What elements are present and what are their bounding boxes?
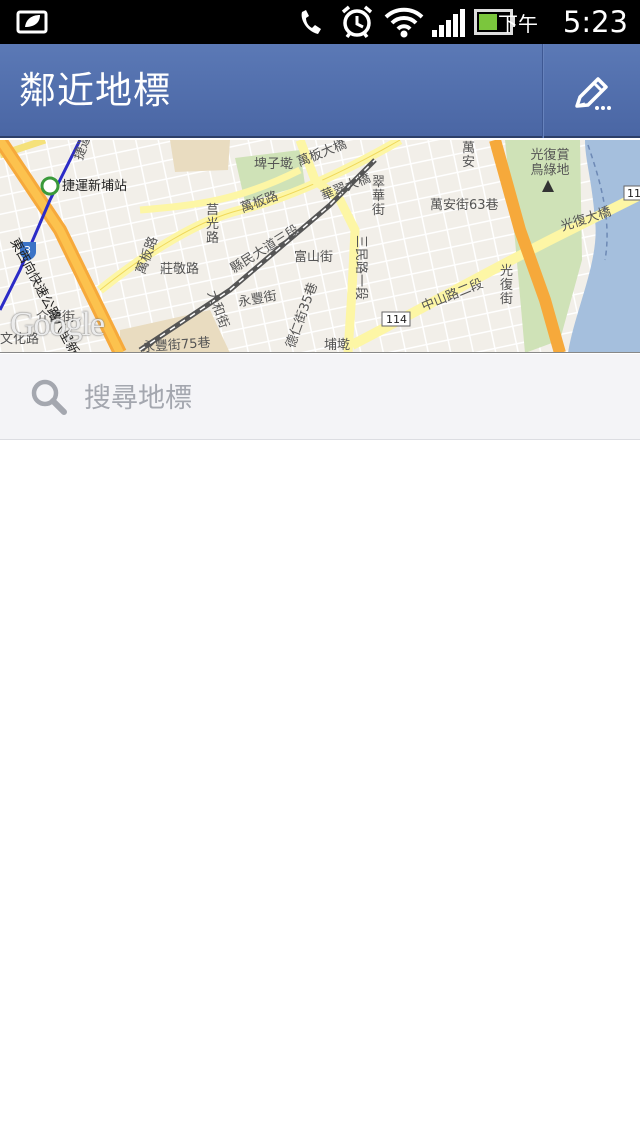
map-label-fushan: 富山街	[294, 250, 334, 265]
status-time: 5:23	[562, 5, 628, 39]
map-label-guangfu: 光復街	[500, 264, 514, 307]
notification-icon	[16, 10, 48, 34]
alarm-icon	[341, 5, 373, 39]
map-label-wanan2: 萬安	[462, 141, 476, 170]
wifi-icon	[384, 7, 424, 38]
phone-icon	[301, 10, 321, 34]
edit-button[interactable]	[542, 44, 640, 138]
map-view[interactable]: 捷運新埔站 埤子墘 萬板路 萬板大橋 華翠大橋 縣民大道三段 富山街 莊敬路 永…	[0, 140, 640, 353]
signal-icon	[432, 9, 465, 37]
page-title: 鄰近地標	[19, 69, 171, 112]
google-logo: Google	[10, 306, 105, 343]
map-label-putang: 埔墘	[324, 338, 351, 353]
search-input[interactable]	[84, 378, 604, 418]
map-label-district: 埤子墘	[254, 157, 294, 172]
search-bar	[0, 354, 640, 440]
title-bar: 鄰近地標	[0, 44, 640, 138]
search-icon	[31, 379, 67, 415]
map-label-wanan: 萬安街63巷	[430, 198, 499, 213]
status-ampm: 下午	[498, 12, 538, 36]
edit-pencil-icon	[575, 77, 611, 110]
results-list	[0, 441, 640, 1138]
map-label-park: 光復賞鳥綠地	[530, 148, 570, 178]
map-label-route-11: 11	[627, 187, 640, 200]
status-bar: 下午 5:23	[0, 0, 640, 44]
map-label-qianguang: 莒光路	[206, 203, 220, 246]
map-label-station: 捷運新埔站	[62, 179, 128, 194]
map-label-route-114: 114	[386, 313, 407, 326]
map-label-zhuangjing: 莊敬路	[160, 262, 200, 277]
map-label-cuihua: 翠華街	[372, 175, 386, 218]
map-label-minsheng: 三民路一段	[353, 234, 369, 301]
